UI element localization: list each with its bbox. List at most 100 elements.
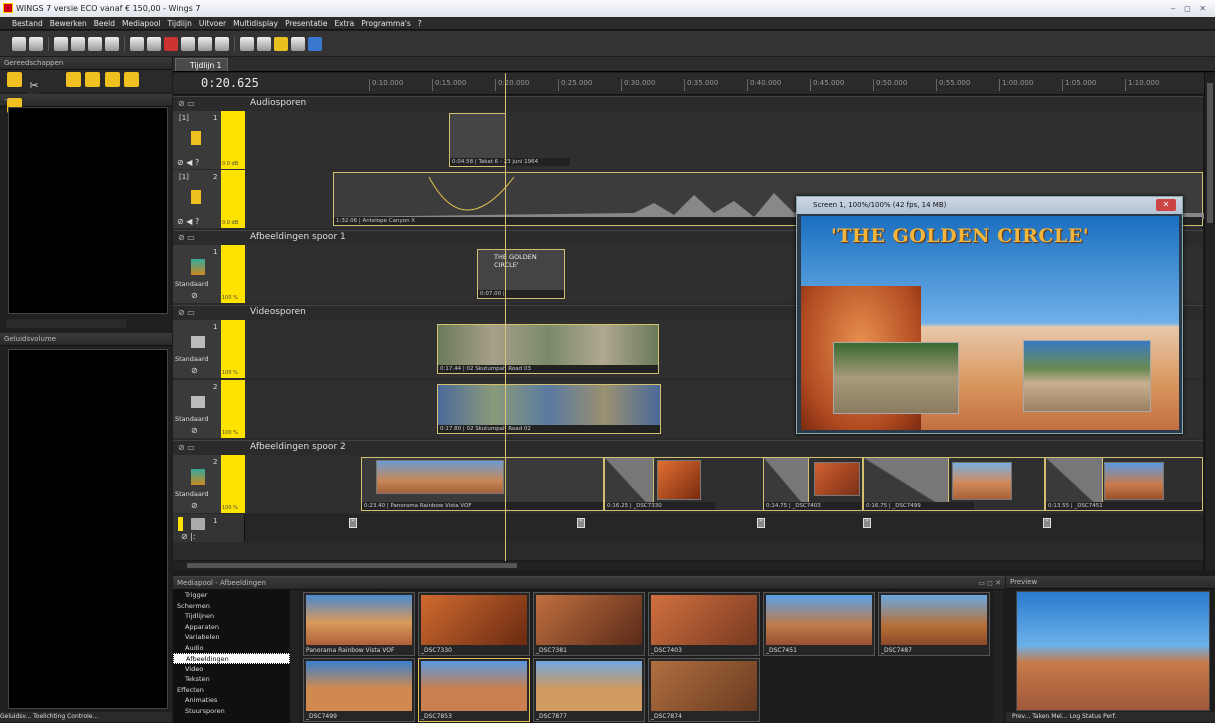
redo-icon[interactable] xyxy=(105,36,119,51)
speaker-icon[interactable] xyxy=(191,131,201,145)
image-clip[interactable]: 0:14.75 | _DSC7403 xyxy=(763,457,863,511)
playhead[interactable] xyxy=(505,73,506,568)
screen-icon[interactable] xyxy=(240,36,254,51)
tree-item[interactable]: Afbeeldingen xyxy=(173,653,290,664)
mute-icon[interactable]: ⊘ ◀ ? xyxy=(177,217,199,226)
time-ruler[interactable]: 0:20.625 0:10.000 0:15.000 0:20.000 0:25.00… xyxy=(173,73,1215,95)
info-icon[interactable] xyxy=(291,36,305,51)
cue-marker[interactable]: '' xyxy=(863,518,871,528)
tree-item[interactable]: Trigger xyxy=(173,590,290,601)
select-tool-icon[interactable] xyxy=(7,72,22,87)
cue-marker[interactable]: '' xyxy=(577,518,585,528)
timeline-horizontal-scrollbar[interactable] xyxy=(173,561,1203,570)
media-thumbnail[interactable]: _DSC7403 xyxy=(648,592,760,656)
menu-item[interactable]: Presentatie xyxy=(285,19,327,28)
tree-item[interactable]: Tijdlijnen xyxy=(173,611,290,622)
media-thumbnail[interactable]: _DSC7381 xyxy=(533,592,645,656)
media-thumbnail[interactable]: _DSC7487 xyxy=(878,592,990,656)
output-icon[interactable] xyxy=(257,36,271,51)
media-thumbnail[interactable]: _DSC7330 xyxy=(418,592,530,656)
volume-bar[interactable]: 0.0 dB xyxy=(221,170,245,228)
disable-icon[interactable]: ⊘ xyxy=(191,501,198,510)
disable-icon[interactable]: ⊘ |: xyxy=(181,532,196,541)
media-thumbnail[interactable]: Panorama Rainbow Vista VOF xyxy=(303,592,415,656)
cue-marker[interactable]: '' xyxy=(757,518,765,528)
tree-item[interactable]: Apparaten xyxy=(173,622,290,633)
menu-item[interactable]: Uitvoer xyxy=(199,19,226,28)
tree-item[interactable]: Variabelen xyxy=(173,632,290,643)
clock-icon[interactable] xyxy=(215,36,229,51)
tab-timeline-1[interactable]: Tijdlijn 1 xyxy=(175,58,229,71)
disable-icon[interactable]: ⊘ xyxy=(191,366,198,375)
menu-item[interactable]: Multidisplay xyxy=(233,19,278,28)
cue-marker[interactable]: '' xyxy=(349,518,357,528)
mute-icon[interactable]: ⊘ ◀ ? xyxy=(177,158,199,167)
scrollbar-thumb[interactable] xyxy=(1207,83,1213,223)
warning-icon[interactable] xyxy=(274,36,288,51)
tree-item[interactable]: Audio xyxy=(173,643,290,654)
anchor-tool-icon[interactable] xyxy=(143,72,159,87)
tree-item[interactable]: Animaties xyxy=(173,695,290,706)
media-thumbnail[interactable]: _DSC7451 xyxy=(763,592,875,656)
screen-window[interactable]: Screen 1, 100%/100% (42 fps, 14 MB) ✕ 'T… xyxy=(796,196,1183,434)
menu-item[interactable]: ? xyxy=(418,19,422,28)
audio-clip[interactable]: 0:04.58 | Takat 6 - 23 juni 1964 xyxy=(449,113,570,167)
menu-item[interactable]: Mediapool xyxy=(122,19,161,28)
image-clip[interactable]: 0:16.75 | _DSC7499 xyxy=(863,457,1045,511)
menu-item[interactable]: Programma's xyxy=(361,19,411,28)
opacity-bar[interactable]: 100 % xyxy=(221,455,245,513)
tree-item[interactable]: Effecten xyxy=(173,685,290,696)
disable-icon[interactable]: ⊘ xyxy=(191,291,198,300)
tree-item[interactable]: Stuursporen xyxy=(173,706,290,717)
hand-tool-icon[interactable] xyxy=(46,72,62,87)
timeline-icon[interactable] xyxy=(147,36,161,51)
close-icon[interactable]: ✕ xyxy=(1156,199,1176,211)
curve-tool-icon[interactable] xyxy=(85,72,101,87)
scrollbar-thumb[interactable] xyxy=(187,563,517,568)
open-icon[interactable] xyxy=(29,36,43,51)
tree-item[interactable]: Video xyxy=(173,664,290,675)
opacity-bar[interactable]: 100 % xyxy=(221,320,245,378)
image-clip[interactable]: 0:13.55 | _DSC7451 xyxy=(1045,457,1203,511)
video-clip[interactable]: 0:17.80 | 02 Skutumpah Road 02 xyxy=(437,384,661,434)
tree-scrollbar[interactable] xyxy=(290,590,299,723)
save-icon[interactable] xyxy=(54,36,68,51)
cut-tool-icon[interactable]: ✂ xyxy=(26,79,42,94)
options-icon[interactable] xyxy=(181,36,195,51)
image-clip[interactable]: 0:16.25 | _DSC7330 xyxy=(604,457,764,511)
media-thumbnail[interactable]: _DSC7874 xyxy=(648,658,760,722)
tree-item[interactable]: Teksten xyxy=(173,674,290,685)
panel-controls[interactable]: ▭ ◻ ✕ xyxy=(978,579,1001,587)
new-icon[interactable] xyxy=(12,36,26,51)
volume-bar[interactable]: 0.0 dB xyxy=(221,111,245,169)
window-controls[interactable]: ‒ ◻ ✕ xyxy=(1170,0,1209,17)
opacity-bar[interactable]: 100 % xyxy=(221,380,245,438)
network-icon[interactable] xyxy=(198,36,212,51)
media-thumbnail[interactable]: _DSC7877 xyxy=(533,658,645,722)
media-thumbnail[interactable]: _DSC7499 xyxy=(303,658,415,722)
title-clip[interactable]: THE GOLDEN CIRCLE' 0:07.00 | xyxy=(477,249,565,299)
cue-marker[interactable]: '' xyxy=(1043,518,1051,528)
image-clip[interactable]: 0:23.40 | Panorama Rainbow Vista VOF xyxy=(361,457,604,511)
tree-item[interactable]: Schermen xyxy=(173,601,290,612)
grid-scrollbar[interactable] xyxy=(993,590,1003,723)
disable-icon[interactable]: ⊘ xyxy=(191,426,198,435)
clip-tool-icon[interactable] xyxy=(104,72,120,87)
opacity-bar[interactable]: 100 % xyxy=(221,245,245,303)
save-as-icon[interactable] xyxy=(71,36,85,51)
timeline-vertical-scrollbar[interactable] xyxy=(1204,73,1215,570)
fade-tool-icon[interactable] xyxy=(65,72,81,87)
menu-item[interactable]: Tijdlijn xyxy=(168,19,192,28)
left-status-tabs[interactable]: Geluidsv... Toelichting Controle... xyxy=(0,712,172,722)
menu-item[interactable]: Beeld xyxy=(94,19,115,28)
speaker-icon[interactable] xyxy=(191,190,201,204)
help-icon[interactable] xyxy=(308,36,322,51)
right-status-tabs[interactable]: Prev... Taken Mel... Log Status Perf. xyxy=(1006,712,1215,722)
undo-icon[interactable] xyxy=(88,36,102,51)
grid-tool-icon[interactable] xyxy=(124,72,140,87)
record-icon[interactable] xyxy=(164,36,178,51)
menu-item[interactable]: Extra xyxy=(334,19,354,28)
menu-item[interactable]: Bestand xyxy=(12,19,43,28)
video-clip[interactable]: 0:17.44 | 02 Skutumpah Road 03 xyxy=(437,324,659,374)
media-thumbnail[interactable]: _DSC7853 xyxy=(418,658,530,722)
